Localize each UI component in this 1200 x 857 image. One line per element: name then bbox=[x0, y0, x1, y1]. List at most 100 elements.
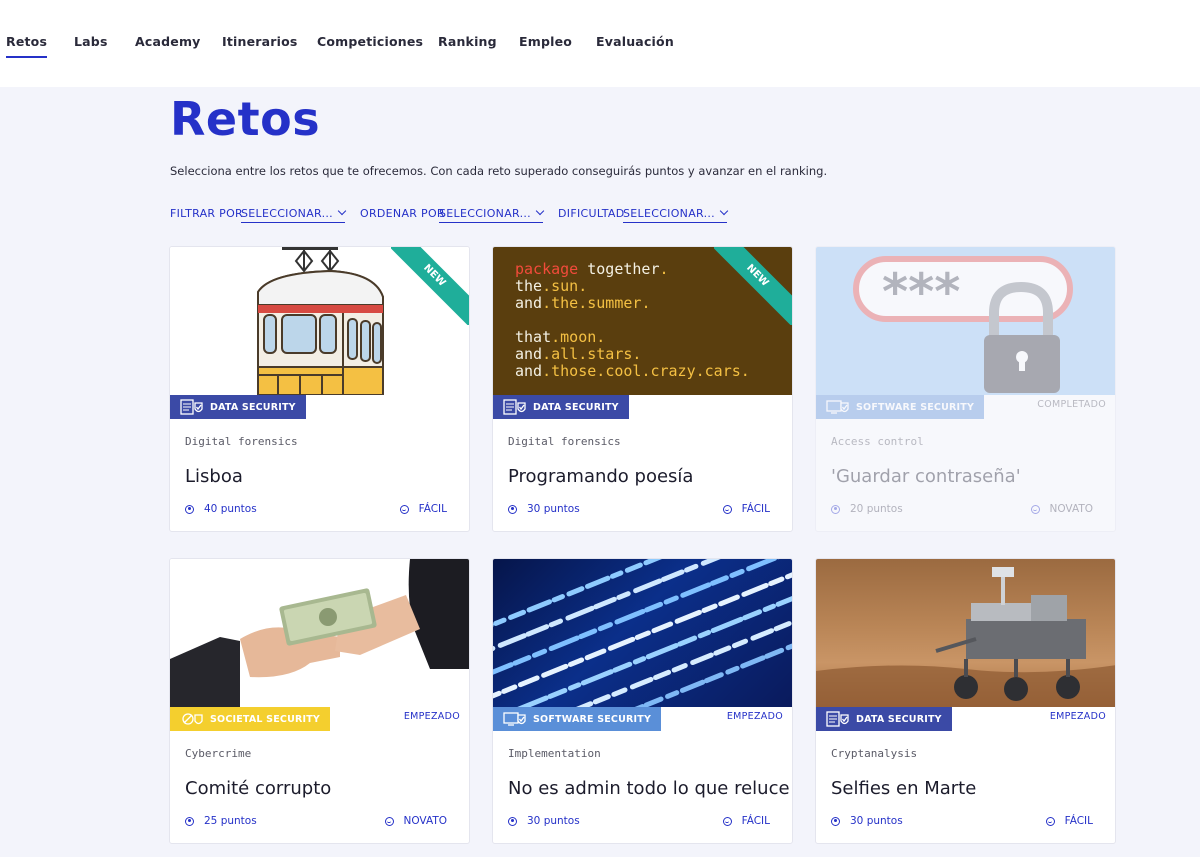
challenge-card-no-es-admin[interactable]: SOFTWARE SECURITY EMPEZADO Implementatio… bbox=[492, 558, 793, 844]
level-label: FÁCIL bbox=[1064, 815, 1093, 827]
category-badge: SOFTWARE SECURITY bbox=[493, 707, 662, 731]
challenge-card-lisboa[interactable]: NEW DATA SECURITY Digital forensics Lisb… bbox=[169, 246, 470, 532]
societal-security-icon bbox=[182, 713, 203, 725]
nav-tab-academy[interactable]: Academy bbox=[135, 34, 201, 49]
level-label: NOVATO bbox=[403, 815, 448, 827]
data-security-icon bbox=[503, 399, 526, 415]
card-category: Cryptanalysis bbox=[831, 747, 918, 760]
software-security-icon bbox=[503, 712, 526, 726]
card-title: 'Guardar contraseña' bbox=[831, 466, 1021, 487]
difficulty-select-value: SELECCIONAR... bbox=[623, 207, 715, 220]
points-label: 30 puntos bbox=[850, 815, 903, 827]
smiley-icon bbox=[1030, 504, 1040, 514]
target-icon bbox=[508, 816, 517, 826]
card-level: FÁCIL bbox=[722, 503, 770, 515]
points-label: 30 puntos bbox=[527, 503, 580, 515]
nav-tab-labs[interactable]: Labs bbox=[74, 34, 108, 49]
badge-label: SOCIETAL SECURITY bbox=[210, 713, 320, 725]
card-level: FÁCIL bbox=[1045, 815, 1093, 827]
nav-tab-ranking[interactable]: Ranking bbox=[438, 34, 497, 49]
top-navigation: Retos Labs Academy Itinerarios Competici… bbox=[0, 0, 1200, 87]
status-label-empezado: EMPEZADO bbox=[726, 711, 783, 722]
chevron-down-icon bbox=[719, 206, 729, 216]
nav-tab-competiciones[interactable]: Competiciones bbox=[317, 34, 423, 49]
password-lock-image: *** bbox=[816, 247, 1115, 395]
target-icon bbox=[831, 504, 840, 514]
card-title: Selfies en Marte bbox=[831, 778, 977, 799]
level-label: FÁCIL bbox=[741, 815, 770, 827]
category-badge: SOFTWARE SECURITY bbox=[816, 395, 985, 419]
category-badge: DATA SECURITY bbox=[170, 395, 306, 419]
points-label: 30 puntos bbox=[527, 815, 580, 827]
data-security-icon bbox=[826, 711, 849, 727]
bribe-handshake-image bbox=[170, 559, 469, 707]
filter-label: FILTRAR POR bbox=[170, 207, 244, 220]
data-security-icon bbox=[180, 399, 203, 415]
smiley-icon bbox=[722, 816, 732, 826]
card-level: NOVATO bbox=[1030, 503, 1094, 515]
chevron-down-icon bbox=[535, 206, 545, 216]
smiley-icon bbox=[722, 504, 732, 514]
smiley-icon bbox=[1045, 816, 1055, 826]
points-label: 40 puntos bbox=[204, 503, 257, 515]
target-icon bbox=[185, 816, 194, 826]
software-security-icon bbox=[826, 400, 849, 414]
challenge-card-guardar-contrasena[interactable]: *** SOFTWARE SECURITY COMPLETADO Access … bbox=[815, 246, 1116, 532]
card-category: Access control bbox=[831, 435, 924, 448]
badge-label: SOFTWARE SECURITY bbox=[533, 713, 652, 725]
nav-tab-itinerarios[interactable]: Itinerarios bbox=[222, 34, 298, 49]
order-label: ORDENAR POR bbox=[360, 207, 445, 220]
card-points: 25 puntos bbox=[185, 815, 257, 827]
nav-tab-retos[interactable]: Retos bbox=[6, 34, 48, 58]
badge-label: DATA SECURITY bbox=[856, 713, 942, 725]
new-ribbon: NEW bbox=[391, 247, 469, 325]
card-points: 30 puntos bbox=[508, 815, 580, 827]
card-category: Implementation bbox=[508, 747, 601, 760]
card-level: FÁCIL bbox=[399, 503, 447, 515]
card-level: NOVATO bbox=[384, 815, 448, 827]
category-badge: DATA SECURITY bbox=[493, 395, 629, 419]
badge-label: DATA SECURITY bbox=[533, 401, 619, 413]
card-points: 30 puntos bbox=[831, 815, 903, 827]
page-subtitle: Selecciona entre los retos que te ofrece… bbox=[170, 164, 828, 178]
badge-label: SOFTWARE SECURITY bbox=[856, 401, 975, 413]
filter-select[interactable]: SELECCIONAR... bbox=[241, 206, 347, 223]
card-title: No es admin todo lo que reluce bbox=[508, 778, 790, 799]
challenge-card-selfies-en-marte[interactable]: DATA SECURITY EMPEZADO Cryptanalysis Sel… bbox=[815, 558, 1116, 844]
target-icon bbox=[831, 816, 840, 826]
level-label: NOVATO bbox=[1049, 503, 1094, 515]
level-label: FÁCIL bbox=[418, 503, 447, 515]
order-select-value: SELECCIONAR... bbox=[439, 207, 531, 220]
new-ribbon-label: NEW bbox=[391, 247, 469, 325]
difficulty-select[interactable]: SELECCIONAR... bbox=[623, 206, 729, 223]
order-select[interactable]: SELECCIONAR... bbox=[439, 206, 545, 223]
card-category: Digital forensics bbox=[508, 435, 621, 448]
page-title: Retos bbox=[170, 92, 321, 146]
card-level: FÁCIL bbox=[722, 815, 770, 827]
challenge-card-programando-poesia[interactable]: package together. the.sun. and.the.summe… bbox=[492, 246, 793, 532]
new-ribbon: NEW bbox=[714, 247, 792, 325]
status-label-empezado: EMPEZADO bbox=[403, 711, 460, 722]
smiley-icon bbox=[384, 816, 394, 826]
category-badge: SOCIETAL SECURITY bbox=[170, 707, 330, 731]
card-category: Cybercrime bbox=[185, 747, 252, 760]
chevron-down-icon bbox=[337, 206, 347, 216]
card-title: Comité corrupto bbox=[185, 778, 332, 799]
points-label: 25 puntos bbox=[204, 815, 257, 827]
code-screen-image bbox=[493, 559, 792, 707]
challenge-card-comite-corrupto[interactable]: SOCIETAL SECURITY EMPEZADO Cybercrime Co… bbox=[169, 558, 470, 844]
card-points: 30 puntos bbox=[508, 503, 580, 515]
smiley-icon bbox=[399, 504, 409, 514]
status-label-completado: COMPLETADO bbox=[1037, 399, 1106, 410]
nav-tab-empleo[interactable]: Empleo bbox=[519, 34, 572, 49]
target-icon bbox=[185, 504, 194, 514]
category-badge: DATA SECURITY bbox=[816, 707, 952, 731]
nav-tab-evaluacion[interactable]: Evaluación bbox=[596, 34, 674, 49]
level-label: FÁCIL bbox=[741, 503, 770, 515]
card-points: 40 puntos bbox=[185, 503, 257, 515]
difficulty-label: DIFICULTAD bbox=[558, 207, 625, 220]
filter-select-value: SELECCIONAR... bbox=[241, 207, 333, 220]
card-points: 20 puntos bbox=[831, 503, 903, 515]
card-category: Digital forensics bbox=[185, 435, 298, 448]
card-title: Programando poesía bbox=[508, 466, 694, 487]
